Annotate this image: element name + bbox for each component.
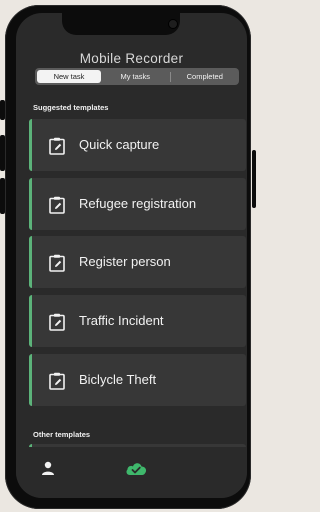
template-card-refugee-registration[interactable]: Refugee registration	[29, 178, 246, 230]
card-accent	[29, 354, 32, 406]
clipboard-edit-icon	[49, 196, 65, 214]
suggested-templates-heading: Suggested templates	[33, 103, 109, 112]
template-card-bicycle-theft[interactable]: Biclycle Theft	[29, 354, 246, 406]
template-card-traffic-incident[interactable]: Traffic Incident	[29, 295, 246, 347]
bottom-nav	[16, 447, 247, 498]
app-screen: Mobile Recorder New task My tasks Comple…	[16, 13, 247, 498]
clipboard-edit-icon	[49, 372, 65, 390]
clipboard-edit-icon	[49, 254, 65, 272]
phone-volume-down	[0, 178, 5, 214]
other-templates-heading: Other templates	[33, 430, 91, 439]
person-icon[interactable]	[41, 461, 55, 475]
app-title: Mobile Recorder	[79, 51, 184, 66]
tab-my-tasks[interactable]: My tasks	[101, 68, 170, 85]
template-label: Quick capture	[79, 137, 160, 152]
card-accent	[29, 178, 32, 230]
template-card-register-person[interactable]: Register person	[29, 236, 246, 288]
tab-completed[interactable]: Completed	[171, 68, 240, 85]
card-accent	[29, 236, 32, 288]
clipboard-edit-icon	[49, 137, 65, 155]
camera-icon	[168, 19, 178, 29]
template-label: Register person	[79, 254, 171, 269]
clipboard-edit-icon	[49, 313, 65, 331]
phone-mute-switch	[0, 100, 5, 120]
cloud-check-icon[interactable]	[125, 460, 147, 476]
card-accent	[29, 119, 32, 171]
card-accent	[29, 295, 32, 347]
template-label: Biclycle Theft	[79, 372, 157, 387]
template-label: Traffic Incident	[79, 313, 164, 328]
template-label: Refugee registration	[79, 196, 197, 211]
phone-volume-up	[0, 135, 5, 171]
phone-notch	[62, 13, 180, 35]
task-tabs: New task My tasks Completed	[35, 68, 239, 85]
phone-power-button	[252, 150, 256, 208]
tab-new-task[interactable]: New task	[37, 70, 101, 83]
template-card-quick-capture[interactable]: Quick capture	[29, 119, 246, 171]
